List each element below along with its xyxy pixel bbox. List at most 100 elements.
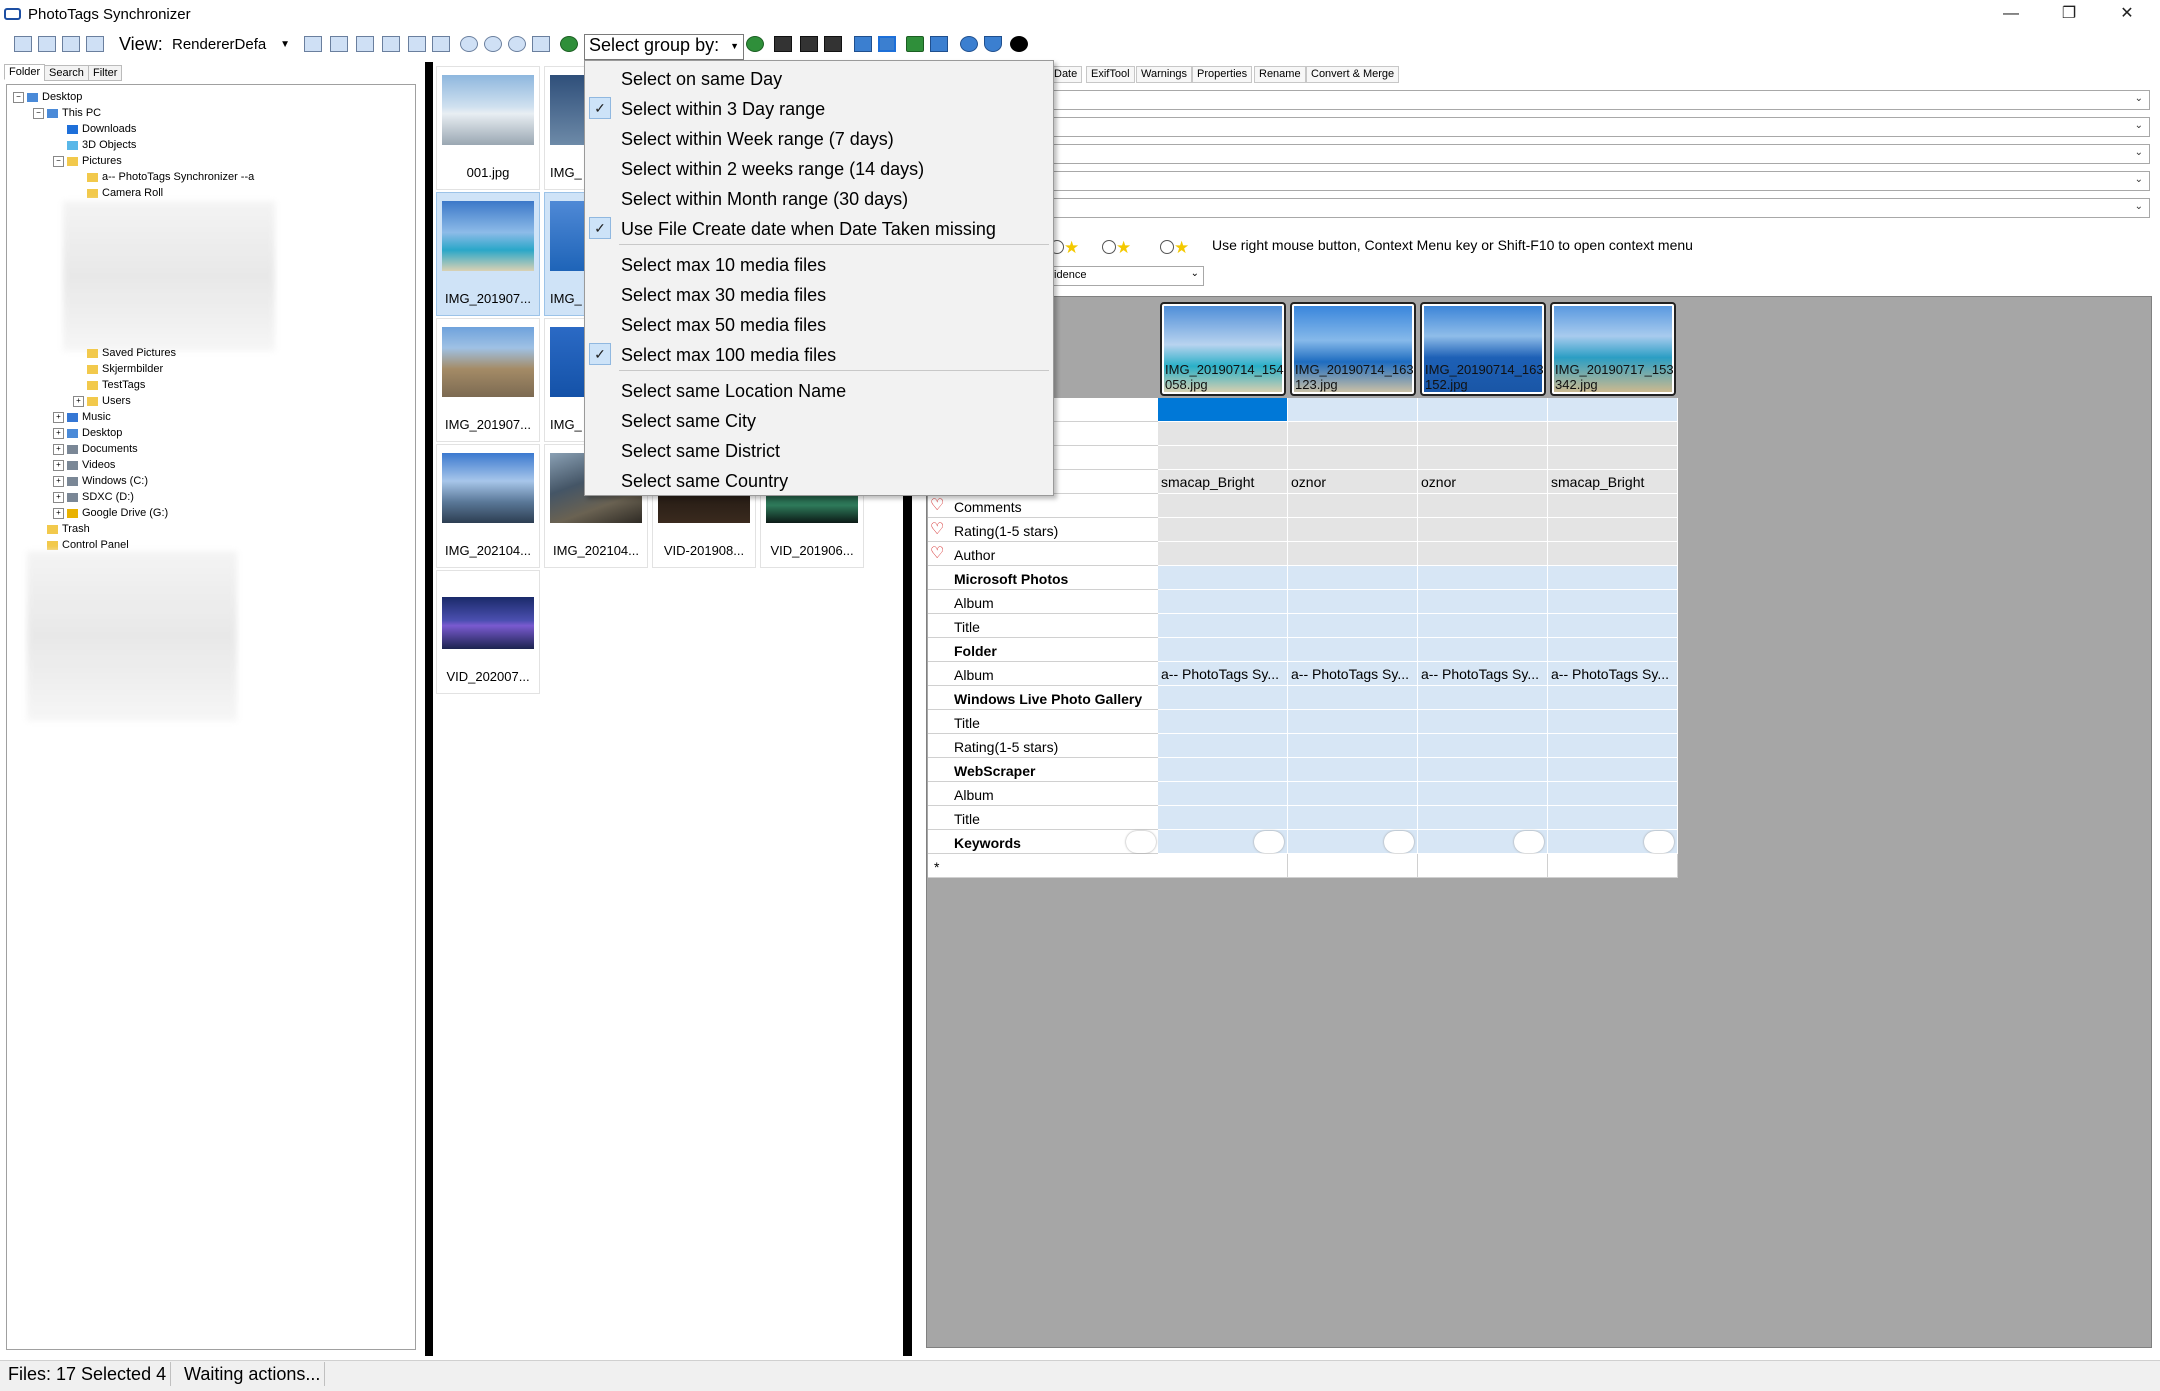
grid-cell[interactable] — [1158, 614, 1288, 638]
heart-icon[interactable]: ♡ — [930, 543, 944, 563]
view-renderer-dropdown[interactable]: RendererDefa ▼ — [172, 36, 292, 58]
grid-cell[interactable] — [1288, 422, 1418, 446]
image-tiny-icon[interactable] — [408, 36, 426, 52]
tree-item-saved-pictures[interactable]: Saved Pictures — [87, 347, 176, 359]
grid-cell[interactable] — [1158, 854, 1288, 878]
grid-cell[interactable] — [1288, 710, 1418, 734]
tree-item-this-pc[interactable]: − This PC — [33, 107, 101, 119]
thumbnail-item[interactable]: IMG_201907... — [436, 192, 540, 316]
grid-cell[interactable] — [1548, 614, 1678, 638]
save-icon[interactable] — [930, 36, 948, 52]
grid-cell[interactable] — [1288, 518, 1418, 542]
grid-cell[interactable] — [1418, 422, 1548, 446]
tab-folder[interactable]: Folder — [4, 64, 46, 80]
grid-cell[interactable] — [1418, 494, 1548, 518]
menu-item[interactable]: Select max 10 media files — [585, 251, 1053, 279]
tree-item-videos[interactable]: + Videos — [53, 459, 115, 471]
grid-row-mp-album[interactable]: Album — [928, 590, 1678, 614]
tree-item-sdxc-d[interactable]: + SDXC (D:) — [53, 491, 134, 503]
grid-row-microsoft-photos[interactable]: Microsoft Photos — [928, 566, 1678, 590]
keyword-toggle[interactable] — [1644, 831, 1674, 853]
grid-cell[interactable]: a-- PhotoTags Sy... — [1548, 662, 1678, 686]
grid-cell[interactable] — [1418, 518, 1548, 542]
rating-radio-4[interactable] — [1102, 240, 1116, 254]
split-view-icon[interactable] — [878, 36, 896, 52]
tab-warnings[interactable]: Warnings — [1136, 66, 1193, 83]
grid-cell[interactable] — [1158, 590, 1288, 614]
grid-row-new[interactable]: * — [928, 854, 1678, 878]
tree-item-desktop[interactable]: − Desktop — [13, 91, 82, 103]
grid-cell[interactable] — [1158, 782, 1288, 806]
grid-cell[interactable] — [1418, 566, 1548, 590]
layout-grid-icon[interactable] — [14, 36, 32, 52]
grid-cell[interactable] — [1418, 806, 1548, 830]
expand-icon[interactable]: + — [53, 459, 64, 471]
grid-cell[interactable] — [1548, 590, 1678, 614]
menu-item[interactable]: ✓ Use File Create date when Date Taken mi… — [585, 215, 1053, 243]
menu-item[interactable]: Select within Month range (30 days) — [585, 185, 1053, 213]
close-button[interactable]: ✕ — [2102, 0, 2152, 30]
layout-details-icon[interactable] — [86, 36, 104, 52]
grid-cell[interactable] — [1158, 686, 1288, 710]
grid-cell[interactable] — [1158, 734, 1288, 758]
grid-row-mp-title[interactable]: Title — [928, 614, 1678, 638]
grid-cell[interactable] — [1158, 494, 1288, 518]
image-small-icon[interactable] — [382, 36, 400, 52]
grid-cell[interactable] — [1288, 806, 1418, 830]
tree-item-control-panel[interactable]: Control Panel — [47, 539, 129, 551]
thumbnail-item[interactable]: IMG_ — [544, 192, 590, 316]
grid-cell[interactable] — [1418, 446, 1548, 470]
grid-view-icon[interactable] — [774, 36, 792, 52]
thumbnail-item[interactable]: IMG_201907... — [436, 318, 540, 442]
grid-cell[interactable]: oznor — [1418, 470, 1548, 494]
grid-cell[interactable]: a-- PhotoTags Sy... — [1288, 662, 1418, 686]
grid-cell[interactable] — [1158, 566, 1288, 590]
collapse-icon[interactable]: − — [13, 91, 24, 103]
tree-item-windows-c[interactable]: + Windows (C:) — [53, 475, 148, 487]
grid-row-keywords[interactable]: Keywords — [928, 830, 1678, 854]
collapse-icon[interactable]: − — [33, 107, 44, 119]
tree-item-desktop-2[interactable]: + Desktop — [53, 427, 122, 439]
tree-item-google-drive[interactable]: + Google Drive (G:) — [53, 507, 168, 519]
grid-cell[interactable] — [1158, 830, 1288, 854]
grid-cell[interactable] — [1288, 566, 1418, 590]
grid-cell[interactable] — [1158, 422, 1288, 446]
tree-item-pictures[interactable]: − Pictures — [53, 155, 122, 167]
tree-item-camera-roll[interactable]: Camera Roll — [87, 187, 163, 199]
thumbnail-item[interactable]: 001.jpg — [436, 66, 540, 190]
expand-icon[interactable]: + — [53, 475, 64, 487]
refresh-icon[interactable] — [484, 36, 502, 52]
grid-row-author[interactable]: ♡ Author — [928, 542, 1678, 566]
grid-cell[interactable] — [1548, 758, 1678, 782]
menu-item[interactable]: Select on same Day — [585, 65, 1053, 93]
grid-row-webscraper[interactable]: WebScraper — [928, 758, 1678, 782]
metadata-field-combo[interactable]: ⌄ — [1052, 144, 2150, 164]
rotate-left-icon[interactable] — [460, 36, 478, 52]
grid-cell[interactable] — [1158, 638, 1288, 662]
grid-cell[interactable] — [1158, 758, 1288, 782]
grid-row-comments[interactable]: ♡ Comments — [928, 494, 1678, 518]
thumbnail-item[interactable]: IMG_202104... — [436, 444, 540, 568]
metadata-field-combo[interactable]: ⌄ — [1052, 198, 2150, 218]
expand-icon[interactable]: + — [53, 411, 64, 423]
image-medium-icon[interactable] — [356, 36, 374, 52]
image-large-icon[interactable] — [330, 36, 348, 52]
grid-cell[interactable]: smacap_Bright — [1548, 470, 1678, 494]
splitter-left[interactable] — [425, 62, 433, 1356]
grid-view-alt-icon[interactable] — [800, 36, 818, 52]
confidence-dropdown[interactable]: fidence ⌄ — [1036, 266, 1204, 286]
expand-icon[interactable]: + — [53, 443, 64, 455]
filter-icon[interactable] — [984, 36, 1002, 52]
grid-column-thumbnail[interactable]: IMG_20190717_153342.jpg — [1550, 302, 1676, 396]
grid-cell[interactable] — [1418, 398, 1548, 422]
grid-cell[interactable]: a-- PhotoTags Sy... — [1418, 662, 1548, 686]
expand-icon[interactable]: + — [53, 507, 64, 519]
tree-item-music[interactable]: + Music — [53, 411, 111, 423]
tab-search[interactable]: Search — [44, 65, 89, 81]
map-icon[interactable] — [906, 36, 924, 52]
grid-cell[interactable] — [1418, 638, 1548, 662]
collapse-icon[interactable]: − — [53, 155, 64, 167]
tree-item-skjermbilder[interactable]: Skjermbilder — [87, 363, 163, 375]
keyword-toggle[interactable] — [1384, 831, 1414, 853]
grid-cell[interactable] — [1548, 782, 1678, 806]
